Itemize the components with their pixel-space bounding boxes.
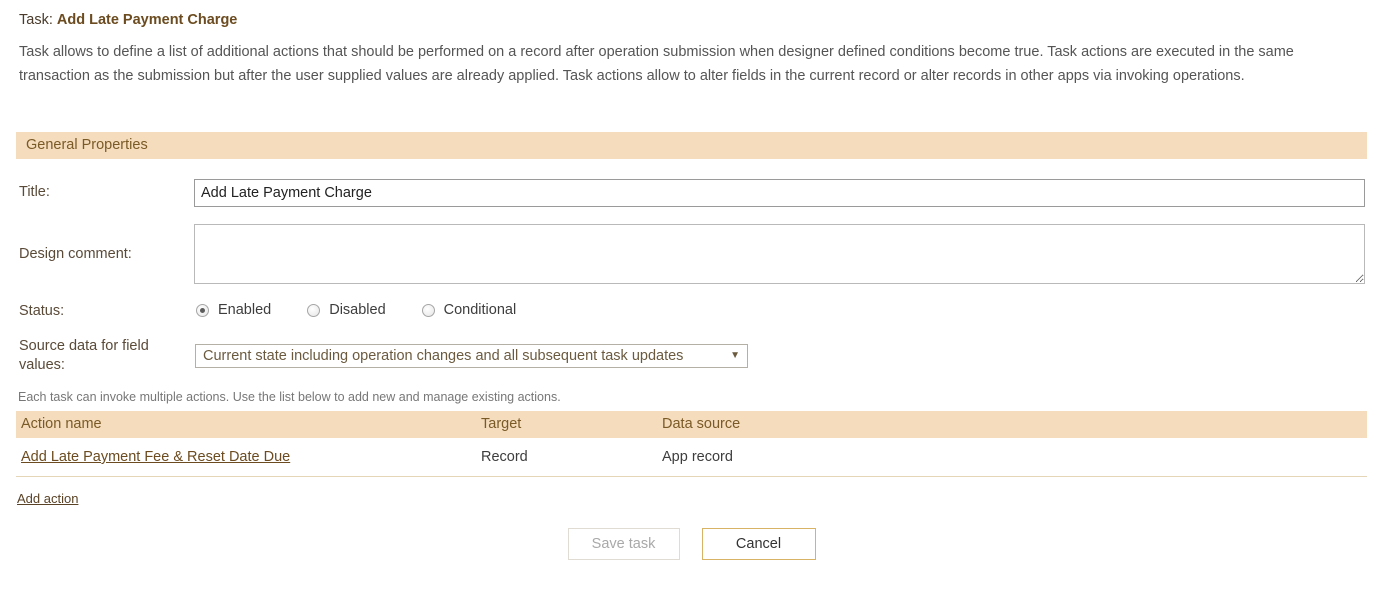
status-option-enabled[interactable]: Enabled: [196, 302, 271, 318]
source-data-select[interactable]: Current state including operation change…: [195, 344, 748, 368]
save-task-button[interactable]: Save task: [568, 528, 680, 560]
status-option-enabled-label: Enabled: [218, 302, 271, 318]
radio-conditional-icon[interactable]: [422, 304, 435, 317]
actions-table: Action name Target Data source Add Late …: [16, 411, 1367, 477]
chevron-down-icon[interactable]: ▼: [730, 345, 740, 367]
table-cell-action-name: Add Late Payment Fee & Reset Date Due: [16, 449, 481, 465]
column-header-action-name: Action name: [16, 411, 481, 438]
table-cell-data-source: App record: [662, 449, 1367, 465]
page-title-value: Add Late Payment Charge: [57, 12, 238, 28]
actions-table-hint: Each task can invoke multiple actions. U…: [18, 390, 561, 404]
status-option-conditional-label: Conditional: [444, 302, 517, 318]
status-option-disabled[interactable]: Disabled: [307, 302, 385, 318]
status-option-conditional[interactable]: Conditional: [422, 302, 517, 318]
task-description: Task allows to define a list of addition…: [19, 40, 1352, 88]
status-label: Status:: [19, 302, 64, 321]
form-button-bar: Save task Cancel: [0, 528, 1383, 560]
action-name-link[interactable]: Add Late Payment Fee & Reset Date Due: [21, 449, 290, 465]
radio-disabled-icon[interactable]: [307, 304, 320, 317]
add-action-link[interactable]: Add action: [17, 491, 78, 506]
design-comment-label: Design comment:: [19, 245, 132, 264]
section-header-general-properties: General Properties: [16, 132, 1367, 159]
status-radio-group: Enabled Disabled Conditional: [196, 302, 552, 318]
status-option-disabled-label: Disabled: [329, 302, 385, 318]
column-header-data-source: Data source: [662, 411, 1367, 438]
title-label: Title:: [19, 183, 50, 202]
column-header-target: Target: [481, 411, 662, 438]
page-title: Task: Add Late Payment Charge: [19, 12, 237, 28]
title-input[interactable]: [194, 179, 1365, 207]
table-row: Add Late Payment Fee & Reset Date Due Re…: [16, 438, 1367, 477]
table-header-row: Action name Target Data source: [16, 411, 1367, 438]
source-data-label: Source data for field values:: [19, 337, 179, 375]
cancel-button[interactable]: Cancel: [702, 528, 816, 560]
table-cell-target: Record: [481, 449, 662, 465]
design-comment-textarea[interactable]: [194, 224, 1365, 284]
radio-enabled-icon[interactable]: [196, 304, 209, 317]
source-data-selected-value: Current state including operation change…: [203, 348, 683, 364]
page-title-prefix: Task:: [19, 12, 53, 28]
